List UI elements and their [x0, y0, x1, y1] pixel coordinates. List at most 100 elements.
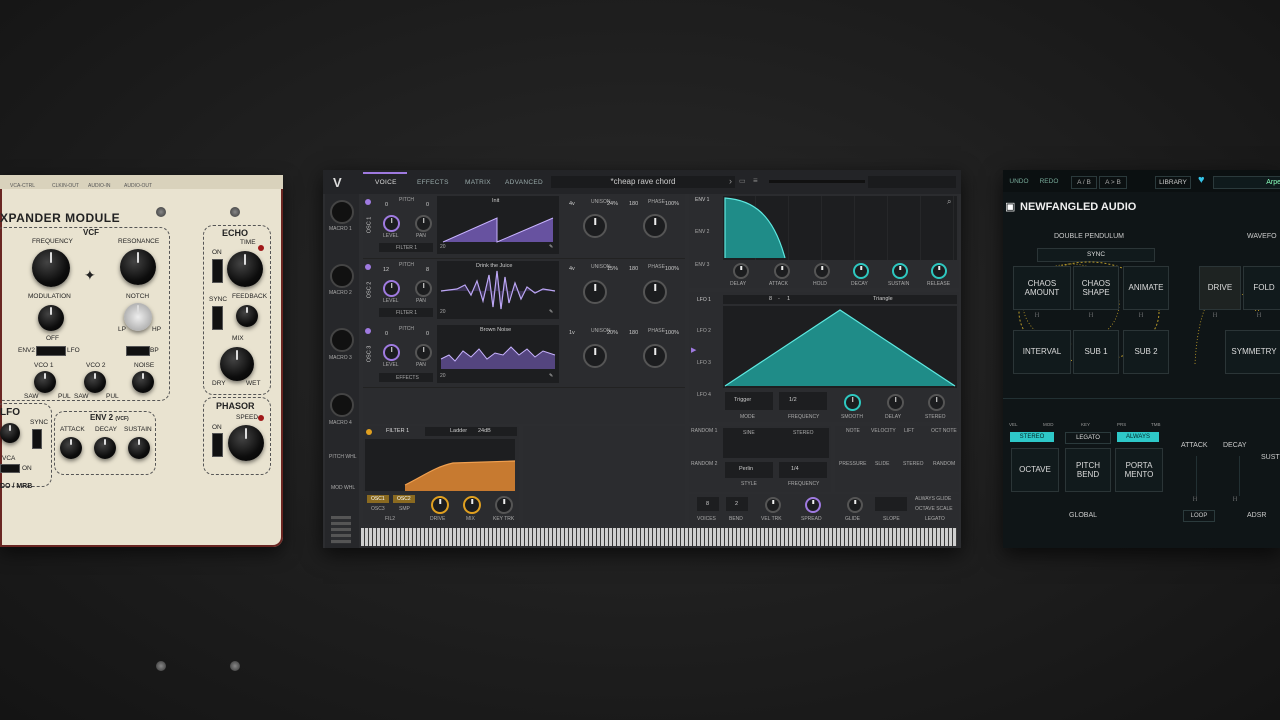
osc3-unison-voices[interactable]: 1v	[569, 330, 575, 336]
vel-trk-knob[interactable]	[765, 497, 781, 513]
edit-icon[interactable]: ✎	[549, 373, 553, 379]
osc3-level-knob[interactable]	[383, 344, 400, 361]
modulation-knob[interactable]	[38, 305, 64, 331]
osc1-unison-voices[interactable]: 4v	[569, 201, 575, 207]
interval-control[interactable]: INTERVAL	[1013, 330, 1071, 374]
random1-tab[interactable]: RANDOM 1	[691, 428, 717, 434]
macro-knob[interactable]	[330, 200, 354, 224]
osc1-pan-knob[interactable]	[415, 215, 432, 232]
osc1-pitch-left[interactable]: 0	[385, 202, 388, 208]
osc3-route-label[interactable]: OSC3	[371, 506, 385, 512]
lfo-rate[interactable]: 8	[769, 296, 772, 302]
lfo-delay-knob[interactable]	[887, 394, 904, 411]
animate-control[interactable]: ANIMATE	[1123, 266, 1169, 310]
filter1-toggle[interactable]	[366, 429, 372, 435]
mod-source-random[interactable]: RANDOM	[933, 461, 955, 467]
osc2-pitch-right[interactable]: 8	[426, 267, 429, 273]
octave-scale-toggle[interactable]: OCTAVE SCALE	[915, 506, 953, 512]
macro-knob[interactable]	[330, 328, 354, 352]
undo-button[interactable]: UNDO	[1007, 176, 1031, 187]
osc3-phase-knob[interactable]	[643, 344, 667, 368]
lfo-shape-name[interactable]: Triangle	[873, 296, 893, 302]
osc1-level-knob[interactable]	[383, 215, 400, 232]
zoom-icon[interactable]: ⌕	[947, 197, 951, 207]
random-sine[interactable]: SINE	[743, 430, 755, 436]
chaos-shape-control[interactable]: CHAOS SHAPE	[1073, 266, 1119, 310]
octave-control[interactable]: OCTAVE	[1011, 448, 1059, 492]
phasor-switch[interactable]	[212, 433, 223, 457]
pitch-bend-control[interactable]: PITCH BEND	[1065, 448, 1111, 492]
attack-knob[interactable]	[60, 437, 82, 459]
always-toggle[interactable]: ALWAYS	[1117, 432, 1159, 442]
macro-knob[interactable]	[330, 393, 354, 417]
library-button[interactable]: LIBRARY	[1155, 176, 1191, 189]
random-stereo[interactable]: STEREO	[793, 430, 814, 436]
decay-slider[interactable]	[1239, 456, 1240, 496]
portamento-control[interactable]: PORTA MENTO	[1115, 448, 1163, 492]
decay-label[interactable]: DECAY	[1223, 442, 1247, 449]
lfo-sync-switch[interactable]	[32, 429, 42, 449]
mod-source-slide[interactable]: SLIDE	[875, 461, 889, 467]
mod-source-stereo[interactable]: STEREO	[903, 461, 924, 467]
osc1-phase-pct[interactable]: 100%	[665, 201, 679, 207]
filter-type-selector[interactable]	[425, 427, 517, 436]
next-preset-icon[interactable]: ›	[729, 176, 732, 186]
osc1-phase[interactable]: 180	[629, 201, 638, 207]
env-decay-knob[interactable]	[853, 263, 869, 279]
osc2-phase-knob[interactable]	[643, 280, 667, 304]
osc1-phase-knob[interactable]	[643, 214, 667, 238]
edit-icon[interactable]: ✎	[549, 244, 553, 250]
feedback-knob[interactable]	[236, 305, 258, 327]
osc1-unison-knob[interactable]	[583, 214, 607, 238]
osc2-phase[interactable]: 180	[629, 266, 638, 272]
env-release-knob[interactable]	[931, 263, 947, 279]
vco1-knob[interactable]	[34, 371, 56, 393]
env2-tab[interactable]: ENV 2	[695, 229, 709, 235]
smp-route-label[interactable]: SMP	[399, 506, 410, 512]
mod-source-note[interactable]: NOTE	[846, 428, 860, 434]
env-sustain-knob[interactable]	[892, 263, 908, 279]
osc3-unison-detune[interactable]: 20%	[607, 330, 618, 336]
legato-toggle[interactable]: LEGATO	[1065, 432, 1111, 444]
lfo3-tab[interactable]: LFO 3	[697, 360, 711, 366]
frequency-knob[interactable]	[32, 249, 70, 287]
env-hold-knob[interactable]	[814, 263, 830, 279]
random-frequency-selector[interactable]	[779, 462, 827, 478]
noise-knob[interactable]	[132, 371, 154, 393]
osc2-unison-detune[interactable]: 15%	[607, 266, 618, 272]
preset-name[interactable]: *cheap rave chord	[551, 176, 735, 188]
lfo-rate-knob[interactable]	[0, 423, 20, 443]
keyboard[interactable]	[361, 528, 957, 546]
mod-source-velocity[interactable]: VELOCITY	[871, 428, 896, 434]
lfo-frequency-selector[interactable]	[779, 392, 827, 410]
drive-control[interactable]: DRIVE	[1199, 266, 1241, 310]
bp-switch[interactable]	[126, 346, 150, 356]
tab-matrix[interactable]: MATRIX	[465, 179, 491, 186]
osc2-unison-knob[interactable]	[583, 280, 607, 304]
loop-toggle[interactable]: LOOP	[1183, 510, 1215, 522]
time-knob[interactable]	[227, 251, 263, 287]
filter-mix-knob[interactable]	[463, 496, 481, 514]
osc3-unison-knob[interactable]	[583, 344, 607, 368]
env3-tab[interactable]: ENV 3	[695, 262, 709, 268]
lfo-stereo-knob[interactable]	[928, 394, 945, 411]
edit-icon[interactable]: ✎	[549, 309, 553, 315]
lfo1-tab[interactable]: LFO 1	[697, 297, 711, 303]
lfo4-tab[interactable]: LFO 4	[697, 392, 711, 398]
fil2-route-label[interactable]: FIL2	[385, 516, 395, 522]
lfo2-tab[interactable]: LFO 2	[697, 328, 711, 334]
osc3-phase[interactable]: 180	[629, 330, 638, 336]
speed-knob[interactable]	[228, 425, 264, 461]
echo-switch[interactable]	[212, 259, 223, 283]
env1-tab[interactable]: ENV 1	[695, 197, 709, 203]
random2-tab[interactable]: RANDOM 2	[691, 461, 717, 467]
vca-switch[interactable]	[0, 464, 20, 473]
osc1-unison-detune[interactable]: 24%	[607, 201, 618, 207]
attack-label[interactable]: ATTACK	[1181, 442, 1208, 449]
resonance-knob[interactable]	[120, 249, 156, 285]
mod-source-lift[interactable]: LIFT	[904, 428, 914, 434]
heart-icon[interactable]: ♥	[1198, 174, 1205, 186]
stereo-toggle[interactable]: STEREO	[1010, 432, 1054, 442]
sub2-control[interactable]: SUB 2	[1123, 330, 1169, 374]
sub1-control[interactable]: SUB 1	[1073, 330, 1119, 374]
